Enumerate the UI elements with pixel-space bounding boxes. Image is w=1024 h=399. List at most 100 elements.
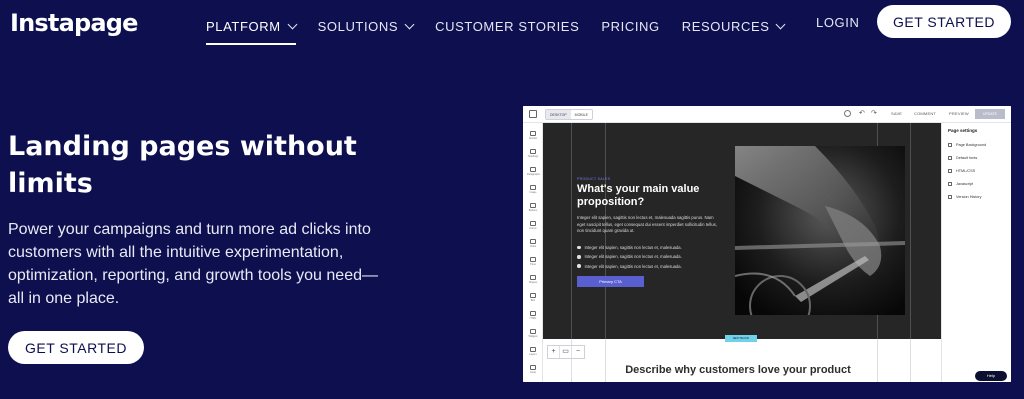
setting-label: Version History (956, 195, 982, 199)
setting-label: Javascript (956, 182, 974, 186)
code-icon (530, 365, 536, 370)
primary-cta-button[interactable]: Primary CTA (577, 276, 644, 287)
nav-pricing[interactable]: PRICING (601, 15, 659, 37)
page-settings-title: Page settings (948, 128, 978, 133)
tab-desktop[interactable]: DESKTOP (546, 110, 571, 119)
setting-version-history[interactable]: Version History (948, 195, 982, 199)
hero-title: Landing pages without limits (8, 131, 357, 199)
list-item[interactable]: Integer elit sapien, sagittis non lectus… (577, 252, 682, 261)
device-toggle[interactable]: DESKTOP MOBILE (545, 109, 593, 120)
tool-label: Box (530, 299, 536, 302)
editor-toolbar: DESKTOP MOBILE ↶ ↷ SAVE COMMENT PREVIEW … (523, 106, 1011, 123)
help-circle-icon[interactable] (844, 110, 851, 117)
tool-label: Paragraphs (527, 173, 540, 176)
history-icon (948, 195, 952, 199)
tab-mobile[interactable]: MOBILE (571, 110, 592, 119)
tool-section[interactable]: Section (527, 131, 539, 145)
preview-button[interactable]: PREVIEW (949, 111, 969, 116)
nav-solutions[interactable]: SOLUTIONS (317, 15, 415, 37)
list-item[interactable]: Integer elit sapien, sagittis non lectus… (577, 262, 682, 271)
setting-label: HTML/CSS (956, 169, 976, 173)
box-icon (530, 293, 536, 298)
tool-label: HTML (529, 317, 537, 320)
list-item[interactable]: Integer elit sapien, sagittis non lectus… (577, 243, 682, 252)
shapes-icon (530, 275, 536, 280)
section-icon (530, 131, 536, 136)
tool-forms[interactable]: Forms (527, 221, 539, 235)
next-section-heading[interactable]: Describe why customers love your product (603, 364, 873, 376)
redo-icon[interactable]: ↷ (871, 109, 877, 117)
editor-tool-sidebar: Section Headings Paragraphs Image Button… (523, 123, 543, 382)
get-started-nav-button[interactable]: GET STARTED (877, 5, 1011, 38)
tool-label: Image (529, 191, 537, 194)
image-icon (530, 185, 536, 190)
tool-paragraphs[interactable]: Paragraphs (527, 167, 540, 181)
zoom-in-button[interactable]: + (548, 346, 560, 358)
comment-button[interactable]: COMMENT (914, 111, 936, 116)
tool-label: Code (530, 371, 536, 374)
html-icon (530, 311, 536, 316)
tool-buttons[interactable]: Buttons (527, 203, 539, 217)
setting-label: Page Background (956, 143, 987, 147)
page-settings-panel: Page settings Page Background Default fo… (941, 123, 1011, 382)
tool-label: Buttons (528, 209, 538, 212)
tool-video[interactable]: Video (527, 239, 539, 253)
tool-layers[interactable]: Layers (527, 347, 539, 361)
login-link[interactable]: LOGIN (816, 15, 859, 30)
tool-label: Layers (529, 353, 537, 356)
grid-line (910, 123, 911, 382)
setting-javascript[interactable]: Javascript (948, 182, 973, 186)
tool-image[interactable]: Image (527, 185, 539, 199)
layers-icon (530, 347, 536, 352)
instapage-logo[interactable]: Instapage (10, 9, 138, 37)
zoom-out-button[interactable]: − (572, 346, 584, 358)
form-icon (530, 221, 536, 226)
page-paragraph[interactable]: Integer elit sapien, sagittis non lectus… (577, 215, 717, 235)
tool-html[interactable]: HTML (527, 311, 539, 325)
nav-pricing-label: PRICING (601, 18, 660, 34)
get-started-hero-button[interactable]: GET STARTED (8, 331, 144, 364)
hero-subtitle: Power your campaigns and turn more ad cl… (8, 221, 378, 307)
help-button[interactable]: Help (975, 371, 1007, 381)
nav-customer-stories-label: CUSTOMER STORIES (435, 18, 580, 34)
code-icon (948, 169, 952, 173)
setting-html-css[interactable]: HTML/CSS (948, 169, 975, 173)
editor-canvas[interactable]: PRODUCT SALES What's your main value pro… (543, 123, 941, 382)
video-icon (530, 239, 536, 244)
update-button[interactable]: UPDATE (975, 109, 1005, 119)
cyclist-photo[interactable] (735, 146, 905, 315)
page-eyebrow[interactable]: PRODUCT SALES (577, 177, 610, 181)
nav-resources[interactable]: RESOURCES (681, 15, 786, 37)
section-badge[interactable]: NEXT BLOCK (725, 335, 757, 342)
tool-timer[interactable]: Timer (527, 257, 539, 271)
font-icon (948, 156, 952, 160)
tool-label: Timer (529, 263, 537, 266)
cyclist-image (735, 146, 905, 315)
tool-label: Forms (529, 227, 537, 230)
setting-default-fonts[interactable]: Default fonts (948, 156, 977, 160)
tool-label: Headings (527, 155, 539, 158)
zoom-controls: + ▭ − (547, 345, 585, 359)
undo-icon[interactable]: ↶ (859, 109, 865, 117)
headings-icon (530, 149, 536, 154)
tool-widgets[interactable]: Widgets (527, 329, 539, 343)
paragraph-icon (530, 167, 536, 172)
page-headline[interactable]: What's your main value proposition? (577, 183, 707, 209)
tool-box[interactable]: Box (527, 293, 539, 307)
setting-page-background[interactable]: Page Background (948, 143, 986, 147)
nav-solutions-label: SOLUTIONS (317, 18, 399, 34)
nav-resources-label: RESOURCES (681, 18, 770, 34)
fit-screen-button[interactable]: ▭ (560, 346, 572, 358)
chevron-down-icon (287, 19, 298, 29)
page-bullet-list[interactable]: Integer elit sapien, sagittis non lectus… (577, 243, 682, 271)
tool-shapes[interactable]: Shapes (527, 275, 539, 289)
nav-platform[interactable]: PLATFORM (206, 15, 298, 45)
editor-preview: DESKTOP MOBILE ↶ ↷ SAVE COMMENT PREVIEW … (523, 106, 1011, 382)
widgets-icon (530, 329, 536, 334)
tool-code[interactable]: Code (527, 365, 539, 379)
pages-icon[interactable] (529, 110, 537, 118)
save-button[interactable]: SAVE (891, 111, 902, 116)
nav-customer-stories[interactable]: CUSTOMER STORIES (435, 15, 579, 37)
script-icon (948, 182, 952, 186)
tool-headings[interactable]: Headings (527, 149, 539, 163)
